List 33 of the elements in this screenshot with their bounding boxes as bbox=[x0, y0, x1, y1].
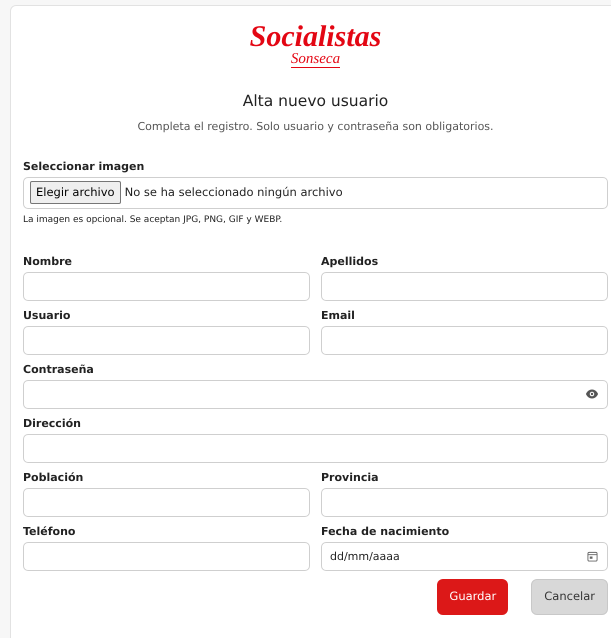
field-label: Usuario bbox=[23, 309, 72, 324]
field-label: Seleccionar imagen bbox=[23, 160, 146, 174]
input-field[interactable] bbox=[321, 326, 608, 356]
cancel-button[interactable]: Cancelar bbox=[531, 579, 608, 614]
input-field[interactable] bbox=[23, 542, 310, 572]
field-label: Dirección bbox=[23, 417, 82, 432]
eye-icon[interactable] bbox=[586, 389, 598, 400]
calendar-icon[interactable] bbox=[587, 551, 598, 562]
help-text: La imagen es opcional. Se aceptan JPG, PNG, GIF y WEBP. bbox=[23, 214, 284, 227]
choose-file-button[interactable]: Elegir archivo bbox=[30, 181, 121, 204]
field-label: Provincia bbox=[321, 471, 380, 486]
input-field[interactable] bbox=[321, 488, 608, 518]
field-label: Teléfono bbox=[23, 525, 76, 540]
input-field[interactable] bbox=[23, 434, 608, 464]
save-button[interactable]: Guardar bbox=[437, 579, 508, 614]
input-field[interactable] bbox=[23, 272, 310, 302]
field-label: Población bbox=[23, 471, 84, 486]
field-label: Fecha de nacimiento bbox=[321, 525, 450, 540]
field-label: Contraseña bbox=[23, 363, 95, 378]
field-label: Nombre bbox=[23, 255, 73, 270]
logo-subtitle: Sonseca bbox=[290, 52, 340, 68]
file-status: No se ha seleccionado ningún archivo bbox=[124, 184, 343, 202]
file-input[interactable]: Elegir archivo No se ha seleccionado ningún archivo bbox=[23, 176, 608, 209]
form-title: Alta nuevo usuario bbox=[242, 91, 390, 112]
field-label: Apellidos bbox=[321, 255, 380, 270]
password-field[interactable] bbox=[23, 380, 608, 410]
input-field[interactable] bbox=[23, 488, 310, 518]
field-label: Email bbox=[321, 309, 356, 324]
input-field[interactable] bbox=[23, 326, 310, 356]
form-subtitle: Completa el registro. Solo usuario y contraseña son obligatorios. bbox=[136, 119, 495, 136]
date-field[interactable]: dd/mm/aaaa bbox=[321, 542, 608, 572]
logo-wordmark: Socialistas bbox=[250, 22, 382, 52]
input-field[interactable] bbox=[321, 272, 608, 302]
